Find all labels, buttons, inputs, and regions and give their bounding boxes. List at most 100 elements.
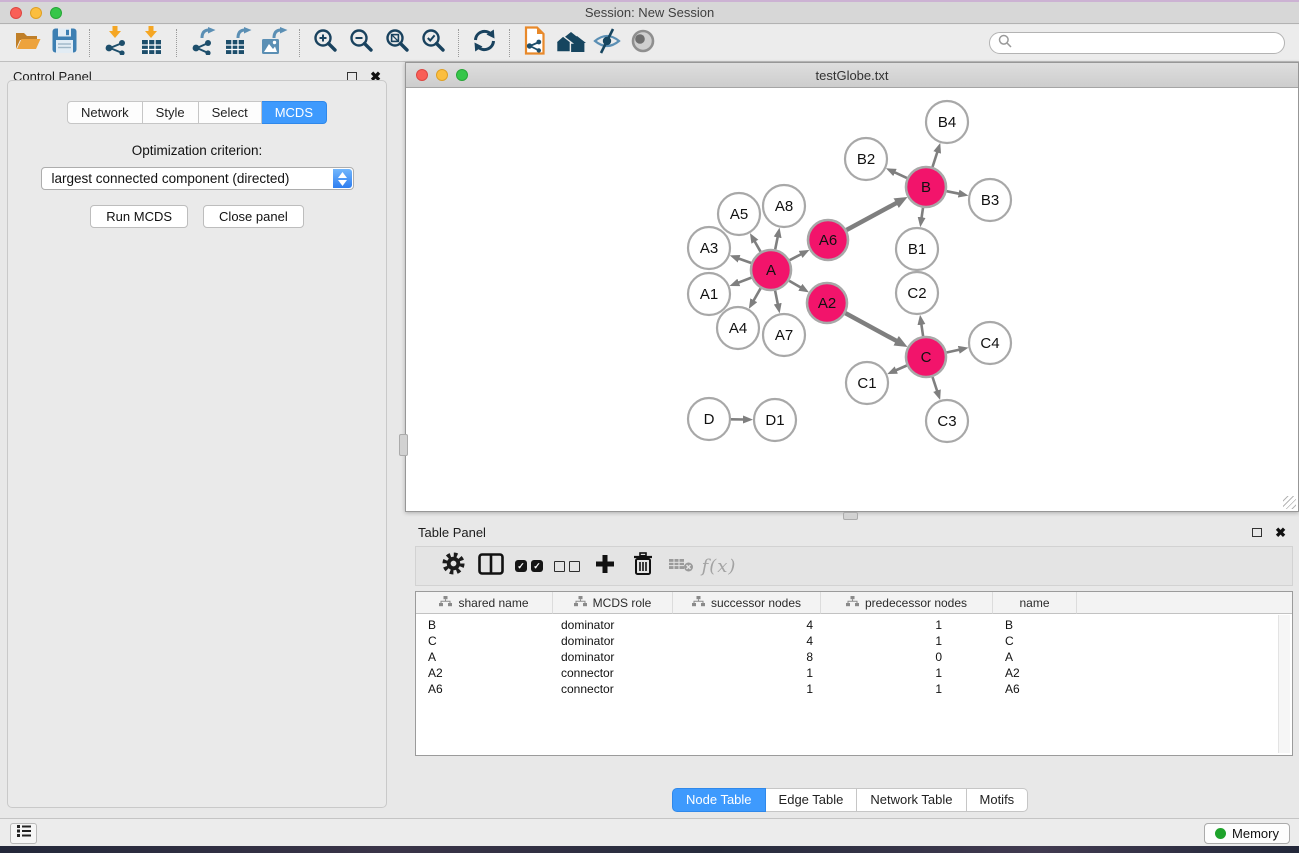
close-panel-button[interactable]: Close panel xyxy=(203,205,304,228)
search-input[interactable] xyxy=(1017,36,1276,50)
cell-predecessor-nodes[interactable]: 1 xyxy=(821,633,993,649)
import-table-button[interactable] xyxy=(133,27,169,59)
memory-button[interactable]: Memory xyxy=(1204,823,1290,844)
search-field[interactable] xyxy=(989,32,1285,54)
graph-edge-A-A6[interactable] xyxy=(790,254,802,260)
graph-edge-C-C4[interactable] xyxy=(947,350,960,353)
graph-node-C3[interactable]: C3 xyxy=(926,400,968,442)
cell-successor-nodes[interactable]: 4 xyxy=(673,617,821,633)
save-session-button[interactable] xyxy=(46,27,82,59)
zoom-in-button[interactable] xyxy=(307,27,343,59)
network-document-button[interactable] xyxy=(517,27,553,59)
column-header-mcds-role[interactable]: MCDS role xyxy=(553,592,673,614)
graph-node-B3[interactable]: B3 xyxy=(969,179,1011,221)
graph-edge-A-A7[interactable] xyxy=(775,291,778,305)
cell-predecessor-nodes[interactable]: 1 xyxy=(821,617,993,633)
graph-node-A5[interactable]: A5 xyxy=(718,193,760,235)
task-history-button[interactable] xyxy=(10,823,37,844)
vertical-splitter-grip[interactable] xyxy=(399,434,408,456)
tab-edge-table[interactable]: Edge Table xyxy=(766,788,858,812)
cell-mcds-role[interactable]: connector xyxy=(553,665,673,681)
refresh-layout-button[interactable] xyxy=(466,27,502,59)
graph-edge-C-C1[interactable] xyxy=(895,366,906,371)
graph-edge-B-B3[interactable] xyxy=(947,191,960,194)
cell-mcds-role[interactable]: dominator xyxy=(553,617,673,633)
zoom-out-button[interactable] xyxy=(343,27,379,59)
graph-node-C4[interactable]: C4 xyxy=(969,322,1011,364)
cell-name[interactable]: B xyxy=(993,617,1077,633)
close-table-panel-icon[interactable]: ✖ xyxy=(1275,526,1286,539)
graph-node-C[interactable]: C xyxy=(906,337,946,377)
run-mcds-button[interactable]: Run MCDS xyxy=(90,205,188,228)
graph-node-D[interactable]: D xyxy=(688,398,730,440)
eye-button[interactable] xyxy=(625,27,661,59)
graph-node-B1[interactable]: B1 xyxy=(896,228,938,270)
column-header-shared-name[interactable]: shared name xyxy=(416,592,553,614)
graph-edge-B-B1[interactable] xyxy=(922,208,924,219)
optimization-criterion-dropdown[interactable]: largest connected component (directed) xyxy=(41,167,354,190)
cell-mcds-role[interactable]: dominator xyxy=(553,633,673,649)
table-row-A6[interactable]: A6connector11A6 xyxy=(416,681,1292,697)
cell-shared-name[interactable]: A6 xyxy=(416,681,553,697)
graph-edge-C-C3[interactable] xyxy=(933,377,938,392)
tab-network[interactable]: Network xyxy=(67,101,143,124)
column-header-predecessor-nodes[interactable]: predecessor nodes xyxy=(821,592,993,614)
network-canvas[interactable]: B4B2BB3A8A5A6A3B1AC2A1A2A4A7C4CC1C3DD1 xyxy=(406,89,1298,511)
graph-node-D1[interactable]: D1 xyxy=(754,399,796,441)
graph-edge-A-A3[interactable] xyxy=(738,258,751,263)
graph-node-A3[interactable]: A3 xyxy=(688,227,730,269)
cell-name[interactable]: A6 xyxy=(993,681,1077,697)
graph-edge-A6-B[interactable] xyxy=(847,203,898,230)
cell-shared-name[interactable]: A2 xyxy=(416,665,553,681)
cell-predecessor-nodes[interactable]: 0 xyxy=(821,649,993,665)
table-row-A[interactable]: Adominator80A xyxy=(416,649,1292,665)
graph-node-A1[interactable]: A1 xyxy=(688,273,730,315)
graph-edge-A-A8[interactable] xyxy=(775,236,778,249)
table-row-C[interactable]: Cdominator41C xyxy=(416,633,1292,649)
graph-node-A7[interactable]: A7 xyxy=(763,314,805,356)
tab-node-table[interactable]: Node Table xyxy=(672,788,766,812)
export-network-button[interactable] xyxy=(184,27,220,59)
graph-edge-C-C2[interactable] xyxy=(921,324,923,337)
cell-successor-nodes[interactable]: 4 xyxy=(673,633,821,649)
table-row-B[interactable]: Bdominator41B xyxy=(416,617,1292,633)
tab-mcds[interactable]: MCDS xyxy=(262,101,327,124)
cell-name[interactable]: A xyxy=(993,649,1077,665)
zoom-selected-button[interactable] xyxy=(415,27,451,59)
export-table-button[interactable] xyxy=(220,27,256,59)
table-settings-button[interactable] xyxy=(434,549,472,583)
graph-node-B[interactable]: B xyxy=(906,167,946,207)
column-header-successor-nodes[interactable]: successor nodes xyxy=(673,592,821,614)
graph-edge-A-A4[interactable] xyxy=(753,288,760,301)
add-column-button[interactable] xyxy=(586,549,624,583)
window-resize-grip[interactable] xyxy=(1283,496,1296,509)
graph-edge-B-B4[interactable] xyxy=(933,152,938,168)
network-window-titlebar[interactable]: testGlobe.txt xyxy=(406,63,1298,88)
cell-name[interactable]: C xyxy=(993,633,1077,649)
function-builder-button[interactable]: f(x) xyxy=(700,549,738,583)
cell-successor-nodes[interactable]: 1 xyxy=(673,665,821,681)
graph-node-C1[interactable]: C1 xyxy=(846,362,888,404)
select-all-button[interactable]: ✓✓ xyxy=(510,549,548,583)
open-file-button[interactable] xyxy=(10,27,46,59)
float-table-panel-icon[interactable] xyxy=(1252,528,1262,537)
tab-select[interactable]: Select xyxy=(199,101,262,124)
graph-node-A6[interactable]: A6 xyxy=(808,220,848,260)
cell-shared-name[interactable]: B xyxy=(416,617,553,633)
cell-name[interactable]: A2 xyxy=(993,665,1077,681)
column-header-name[interactable]: name xyxy=(993,592,1077,614)
eye-slash-button[interactable] xyxy=(589,27,625,59)
cell-shared-name[interactable]: A xyxy=(416,649,553,665)
graph-node-A4[interactable]: A4 xyxy=(717,307,759,349)
cell-shared-name[interactable]: C xyxy=(416,633,553,649)
graph-node-B2[interactable]: B2 xyxy=(845,138,887,180)
graph-edge-A-A1[interactable] xyxy=(738,278,752,283)
graph-node-B4[interactable]: B4 xyxy=(926,101,968,143)
show-column-button[interactable] xyxy=(472,549,510,583)
delete-column-button[interactable] xyxy=(662,549,700,583)
zoom-fit-button[interactable] xyxy=(379,27,415,59)
graph-node-A8[interactable]: A8 xyxy=(763,185,805,227)
cell-predecessor-nodes[interactable]: 1 xyxy=(821,665,993,681)
table-scrollbar[interactable] xyxy=(1278,615,1290,753)
tab-style[interactable]: Style xyxy=(143,101,199,124)
